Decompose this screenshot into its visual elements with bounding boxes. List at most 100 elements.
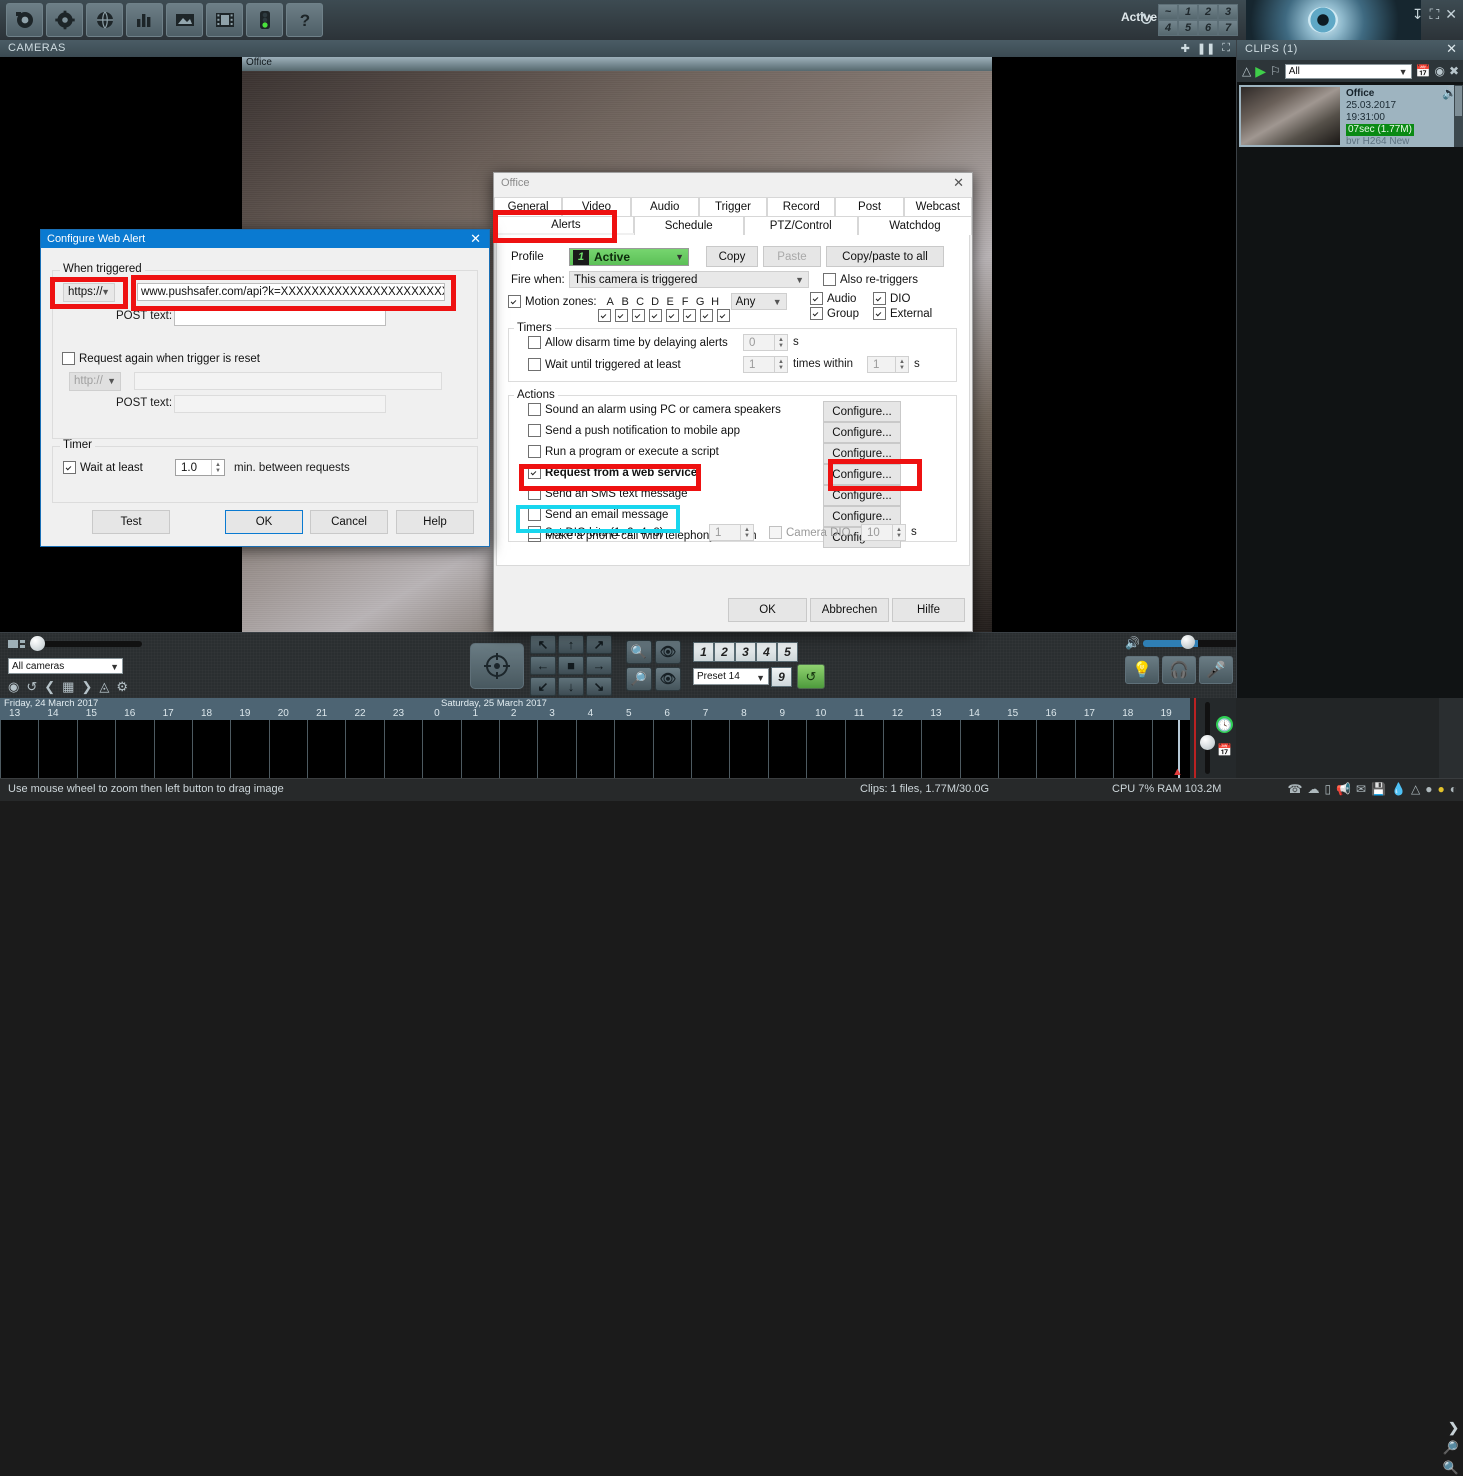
preset-btn-4[interactable]: 4 — [756, 642, 777, 662]
motion-zone-checkbox[interactable] — [717, 309, 730, 322]
spinner-arrows[interactable]: ▲ ▼ — [740, 525, 753, 540]
close-icon[interactable]: ✕ — [1446, 41, 1457, 57]
volume-knob[interactable] — [1181, 635, 1195, 649]
profile-select[interactable]: 1 Active ▼ — [569, 247, 689, 266]
web-help-button[interactable]: Help — [396, 510, 474, 534]
zoom-in-icon[interactable]: 🔍 — [1443, 1460, 1459, 1476]
motion-zone-checkbox[interactable] — [632, 309, 645, 322]
url-scheme-2-select[interactable]: http:// ▼ — [69, 372, 121, 391]
eye-off-icon[interactable]: 👁 — [655, 667, 681, 691]
chart-icon[interactable] — [126, 3, 163, 37]
pause-icon[interactable]: ❚❚ — [1197, 42, 1215, 55]
ptz-up[interactable]: ↑ — [558, 635, 584, 654]
grid-icon[interactable]: ▦ — [62, 679, 74, 695]
slider-knob[interactable] — [30, 636, 45, 651]
action-checkbox-2[interactable]: Run a program or execute a script — [528, 445, 719, 458]
warning-icon[interactable]: △ — [1411, 782, 1420, 796]
close-icon[interactable]: ✕ — [953, 175, 964, 191]
search-icon[interactable]: ◉ — [1434, 64, 1444, 78]
ptz-down-right[interactable]: ↘ — [586, 677, 612, 696]
cycle-btn-1[interactable]: 1 — [1178, 4, 1198, 20]
action-checkbox-4[interactable]: Send an SMS text message — [528, 487, 688, 500]
tab-schedule[interactable]: Schedule — [633, 216, 744, 235]
ptz-right[interactable]: → — [586, 656, 612, 675]
gear-icon[interactable] — [46, 3, 83, 37]
url-scheme-select[interactable]: https:// ▼ — [63, 283, 115, 302]
ptz-up-right[interactable]: ↗ — [586, 635, 612, 654]
disarm-seconds-spinner[interactable]: 0 ▲ ▼ — [743, 334, 788, 351]
close-icon[interactable]: ✕ — [470, 231, 481, 247]
office-help-button[interactable]: Hilfe — [892, 598, 965, 622]
preset-select[interactable]: Preset 14 ▼ — [693, 668, 769, 685]
action-configure-button-0[interactable]: Configure... — [823, 401, 901, 422]
preset-btn-3[interactable]: 3 — [735, 642, 756, 662]
paste-button[interactable]: Paste — [763, 246, 821, 267]
calendar-icon[interactable]: 📅 — [1416, 64, 1431, 78]
dio-source-checkbox[interactable]: DIO — [873, 292, 910, 305]
tab-ptz-control[interactable]: PTZ/Control — [743, 216, 858, 235]
motion-zone-checkbox[interactable] — [615, 309, 628, 322]
image-icon[interactable] — [166, 3, 203, 37]
plus-icon[interactable]: ✚ — [1181, 42, 1190, 55]
web-ok-button[interactable]: OK — [225, 510, 303, 534]
alert-triangle-icon[interactable]: △ — [1242, 64, 1251, 78]
dio-bits-spinner[interactable]: 1 ▲ ▼ — [709, 524, 754, 541]
restore-icon[interactable]: ⛶ — [1429, 6, 1439, 23]
timeline-collapse-icon[interactable]: ❯ — [1448, 1420, 1459, 1436]
wait-at-least-checkbox[interactable]: Wait at least — [63, 461, 143, 474]
ptz-cycle-button[interactable]: ↺ — [797, 664, 825, 689]
action-configure-button-3[interactable]: Configure... — [823, 464, 901, 485]
help-icon[interactable]: ? — [286, 3, 323, 37]
layout-size-slider[interactable] — [30, 636, 142, 651]
wait-minutes-spinner[interactable]: 1.0 ▲ ▼ — [175, 459, 225, 476]
ptz-down-left[interactable]: ↙ — [530, 677, 556, 696]
traffic-light-icon[interactable] — [246, 3, 283, 37]
copy-button[interactable]: Copy — [706, 246, 758, 267]
cycle-btn-2[interactable]: 2 — [1198, 4, 1218, 20]
trigger-count-spinner[interactable]: 1 ▲ ▼ — [743, 356, 788, 373]
fire-when-select[interactable]: This camera is triggered ▼ — [569, 271, 809, 288]
camera-dio-spinner[interactable]: 10 ▲ ▼ — [861, 524, 906, 541]
spinner-arrows[interactable]: ▲ ▼ — [895, 357, 908, 372]
camera-icon[interactable] — [6, 3, 43, 37]
tab-alerts[interactable]: Alerts — [494, 216, 634, 233]
ptz-stop[interactable]: ■ — [558, 656, 584, 675]
gear-icon[interactable]: ⚙ — [116, 679, 128, 695]
motion-zone-checkbox[interactable] — [666, 309, 679, 322]
prev-icon[interactable]: ❮ — [44, 679, 55, 695]
zoom-out-icon[interactable]: 🔎 — [626, 667, 652, 691]
ptz-home-button[interactable] — [470, 642, 524, 689]
record-icon[interactable]: ◉ — [8, 679, 19, 695]
action-checkbox-1[interactable]: Send a push notification to mobile app — [528, 424, 740, 437]
water-icon[interactable]: 💧 — [1391, 782, 1406, 796]
action-configure-button-1[interactable]: Configure... — [823, 422, 901, 443]
preset-btn-5[interactable]: 5 — [777, 642, 798, 662]
camera-dio-checkbox[interactable]: Camera DIO — [769, 526, 851, 539]
spinner-arrows[interactable]: ▲ ▼ — [892, 525, 905, 540]
trigger-window-spinner[interactable]: 1 ▲ ▼ — [867, 356, 909, 373]
ptz-up-left[interactable]: ↖ — [530, 635, 556, 654]
slider-knob[interactable] — [1200, 735, 1215, 750]
tab-record[interactable]: Record — [767, 197, 836, 216]
phone-icon[interactable]: ☎ — [1288, 782, 1303, 796]
post-text-input[interactable] — [174, 308, 386, 326]
tab-audio[interactable]: Audio — [630, 197, 699, 216]
ptz-down[interactable]: ↓ — [558, 677, 584, 696]
web-cancel-button[interactable]: Cancel — [310, 510, 388, 534]
cycle-btn-4[interactable]: 4 — [1158, 20, 1178, 36]
camera-group-select[interactable]: All cameras ▼ — [8, 658, 123, 674]
action-checkbox-5[interactable]: Send an email message — [528, 508, 668, 521]
office-ok-button[interactable]: OK — [728, 598, 807, 622]
url-2-input[interactable] — [134, 372, 442, 390]
cycle-icon[interactable]: ↺ — [26, 679, 37, 695]
list-item[interactable]: Office 25.03.2017 19:31:00 07sec (1.77M)… — [1239, 85, 1461, 147]
tab-general[interactable]: General — [494, 197, 563, 216]
clips-scrollbar[interactable] — [1454, 85, 1463, 147]
power-icon[interactable]: ◐ — [1450, 782, 1457, 796]
configure-web-alert-dialog[interactable]: Configure Web Alert ✕ When triggered htt… — [40, 229, 490, 547]
cycle-refresh-icon[interactable]: ↻ — [1136, 4, 1156, 36]
allow-disarm-checkbox[interactable]: Allow disarm time by delaying alerts — [528, 336, 728, 349]
snapshot-icon[interactable]: ◬ — [99, 679, 109, 695]
bulb-icon[interactable]: ● — [1438, 782, 1445, 796]
mail-icon[interactable]: ✉ — [1356, 782, 1366, 796]
